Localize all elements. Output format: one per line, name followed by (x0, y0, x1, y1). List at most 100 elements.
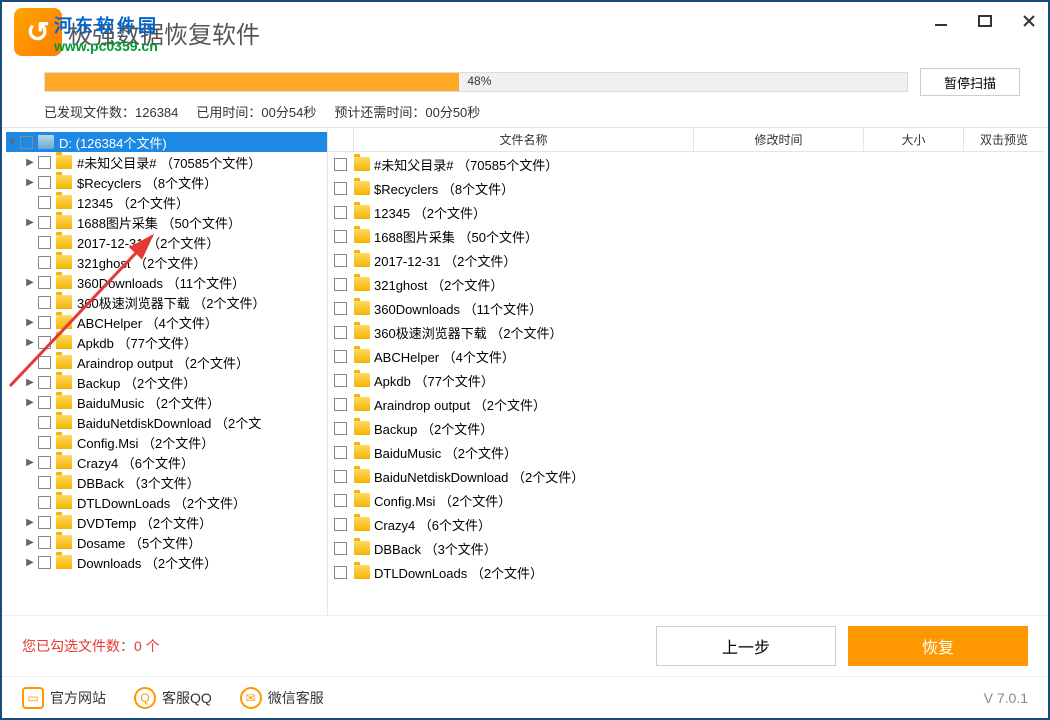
expand-icon[interactable]: ▶ (24, 557, 36, 568)
list-item[interactable]: Apkdb （77个文件） (328, 368, 1044, 392)
expand-icon[interactable]: ▶ (24, 457, 36, 468)
checkbox[interactable] (38, 396, 51, 409)
checkbox[interactable] (38, 516, 51, 529)
checkbox[interactable] (38, 216, 51, 229)
tree-item[interactable]: ▶1688图片采集 （50个文件） (6, 212, 327, 232)
checkbox[interactable] (38, 536, 51, 549)
tree-item[interactable]: ▶360Downloads （11个文件） (6, 272, 327, 292)
list-item[interactable]: Backup （2个文件） (328, 416, 1044, 440)
tree-item[interactable]: 12345 （2个文件） (6, 192, 327, 212)
list-item[interactable]: DBBack （3个文件） (328, 536, 1044, 560)
checkbox[interactable] (334, 518, 347, 531)
checkbox[interactable] (334, 494, 347, 507)
list-body[interactable]: #未知父目录# （70585个文件）$Recyclers （8个文件）12345… (328, 152, 1044, 615)
checkbox[interactable] (38, 196, 51, 209)
official-site-link[interactable]: ▭ 官方网站 (22, 687, 106, 709)
tree-item[interactable]: 2017-12-31 （2个文件） (6, 232, 327, 252)
checkbox[interactable] (334, 278, 347, 291)
expand-icon[interactable]: ▶ (24, 397, 36, 408)
checkbox[interactable] (38, 356, 51, 369)
list-item[interactable]: 360Downloads （11个文件） (328, 296, 1044, 320)
list-item[interactable]: 321ghost （2个文件） (328, 272, 1044, 296)
tree-item[interactable]: ▶$Recyclers （8个文件） (6, 172, 327, 192)
checkbox[interactable] (334, 254, 347, 267)
maximize-button[interactable] (974, 10, 996, 32)
expand-icon[interactable]: ▶ (24, 277, 36, 288)
tree-item[interactable]: ▶Dosame （5个文件） (6, 532, 327, 552)
checkbox[interactable] (334, 542, 347, 555)
expand-icon[interactable]: ▶ (24, 337, 36, 348)
checkbox[interactable] (38, 176, 51, 189)
tree-item[interactable]: ▶Downloads （2个文件） (6, 552, 327, 572)
tree-root-drive[interactable]: ▼D: (126384个文件) (6, 132, 327, 152)
checkbox[interactable] (38, 256, 51, 269)
list-item[interactable]: BaiduMusic （2个文件） (328, 440, 1044, 464)
tree-item[interactable]: Araindrop output （2个文件） (6, 352, 327, 372)
tree-item[interactable]: ▶BaiduMusic （2个文件） (6, 392, 327, 412)
checkbox[interactable] (334, 374, 347, 387)
expand-icon[interactable]: ▶ (24, 317, 36, 328)
checkbox[interactable] (334, 302, 347, 315)
recover-button[interactable]: 恢复 (848, 626, 1028, 666)
folder-tree-panel[interactable]: ▼D: (126384个文件)▶#未知父目录# （70585个文件）▶$Recy… (6, 128, 328, 615)
checkbox[interactable] (38, 296, 51, 309)
tree-item[interactable]: DBBack （3个文件） (6, 472, 327, 492)
expand-icon[interactable]: ▶ (24, 517, 36, 528)
expand-icon[interactable]: ▶ (24, 157, 36, 168)
expand-icon[interactable]: ▶ (24, 377, 36, 388)
tree-item[interactable]: ▶Backup （2个文件） (6, 372, 327, 392)
tree-item[interactable]: BaiduNetdiskDownload （2个文 (6, 412, 327, 432)
list-item[interactable]: $Recyclers （8个文件） (328, 176, 1044, 200)
list-item[interactable]: DTLDownLoads （2个文件） (328, 560, 1044, 584)
list-item[interactable]: BaiduNetdiskDownload （2个文件） (328, 464, 1044, 488)
checkbox[interactable] (38, 336, 51, 349)
list-item[interactable]: Config.Msi （2个文件） (328, 488, 1044, 512)
tree-item[interactable]: ▶#未知父目录# （70585个文件） (6, 152, 327, 172)
tree-item[interactable]: 321ghost （2个文件） (6, 252, 327, 272)
column-filename[interactable]: 文件名称 (354, 128, 694, 151)
column-modified[interactable]: 修改时间 (694, 128, 864, 151)
expand-icon[interactable]: ▶ (24, 537, 36, 548)
list-item[interactable]: 360极速浏览器下载 （2个文件） (328, 320, 1044, 344)
checkbox[interactable] (334, 470, 347, 483)
list-item[interactable]: Crazy4 （6个文件） (328, 512, 1044, 536)
checkbox[interactable] (334, 422, 347, 435)
list-item[interactable]: 2017-12-31 （2个文件） (328, 248, 1044, 272)
tree-item[interactable]: 360极速浏览器下载 （2个文件） (6, 292, 327, 312)
checkbox[interactable] (38, 556, 51, 569)
close-button[interactable] (1018, 10, 1040, 32)
checkbox[interactable] (334, 158, 347, 171)
checkbox[interactable] (38, 436, 51, 449)
checkbox[interactable] (334, 182, 347, 195)
list-item[interactable]: 12345 （2个文件） (328, 200, 1044, 224)
column-preview[interactable]: 双击预览 (964, 128, 1044, 151)
tree-item[interactable]: ▶Crazy4 （6个文件） (6, 452, 327, 472)
checkbox[interactable] (38, 156, 51, 169)
tree-item[interactable]: ▶DVDTemp （2个文件） (6, 512, 327, 532)
list-item[interactable]: Araindrop output （2个文件） (328, 392, 1044, 416)
checkbox[interactable] (38, 476, 51, 489)
tree-item[interactable]: ▶ABCHelper （4个文件） (6, 312, 327, 332)
list-item[interactable]: 1688图片采集 （50个文件） (328, 224, 1044, 248)
checkbox[interactable] (38, 416, 51, 429)
checkbox[interactable] (334, 446, 347, 459)
minimize-button[interactable] (930, 10, 952, 32)
column-size[interactable]: 大小 (864, 128, 964, 151)
checkbox[interactable] (38, 276, 51, 289)
collapse-icon[interactable]: ▼ (6, 137, 18, 148)
checkbox[interactable] (334, 326, 347, 339)
tree-item[interactable]: DTLDownLoads （2个文件） (6, 492, 327, 512)
checkbox[interactable] (38, 456, 51, 469)
checkbox[interactable] (38, 376, 51, 389)
tree-item[interactable]: ▶Apkdb （77个文件） (6, 332, 327, 352)
expand-icon[interactable]: ▶ (24, 217, 36, 228)
checkbox[interactable] (334, 206, 347, 219)
qq-support-link[interactable]: Q 客服QQ (134, 687, 212, 709)
expand-icon[interactable]: ▶ (24, 177, 36, 188)
checkbox[interactable] (38, 236, 51, 249)
checkbox[interactable] (334, 350, 347, 363)
checkbox[interactable] (334, 230, 347, 243)
wechat-support-link[interactable]: ✉ 微信客服 (240, 687, 324, 709)
list-item[interactable]: ABCHelper （4个文件） (328, 344, 1044, 368)
checkbox[interactable] (20, 136, 33, 149)
